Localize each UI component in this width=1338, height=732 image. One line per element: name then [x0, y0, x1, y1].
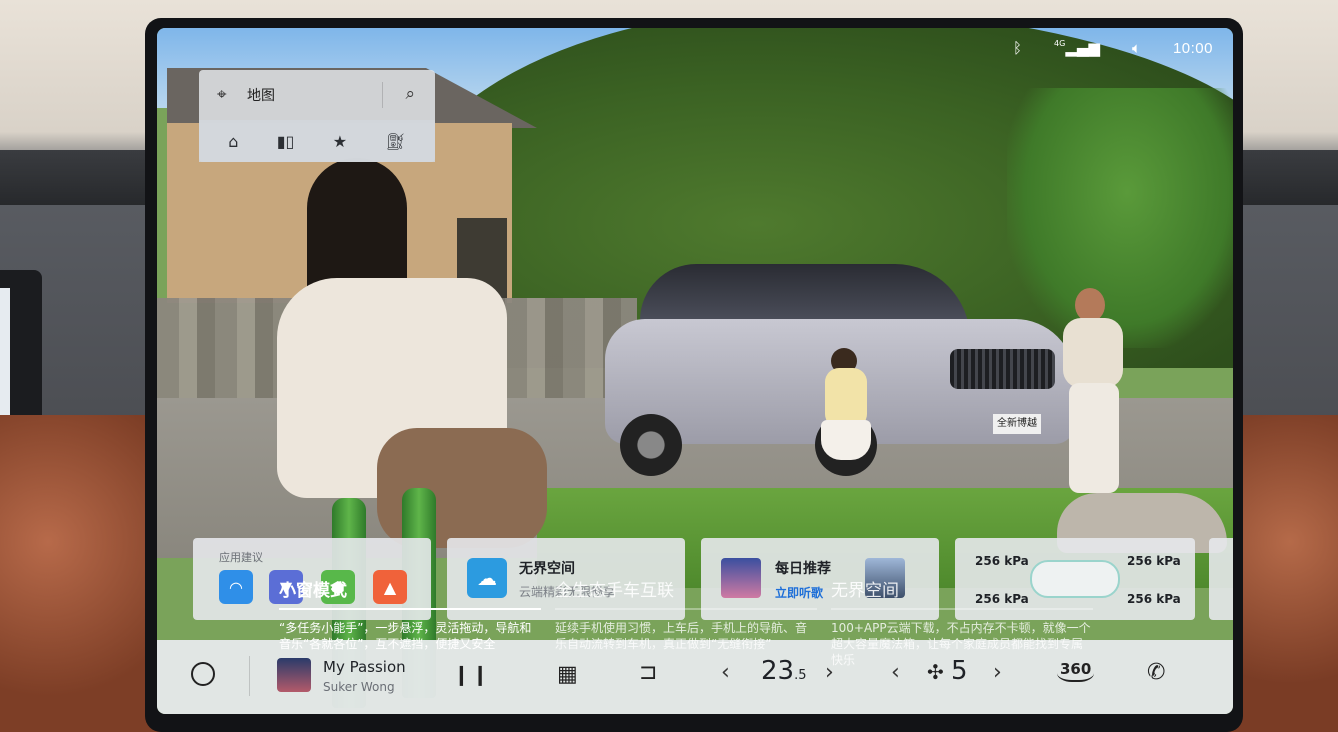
volume-icon[interactable]: 🔈︎ [1132, 39, 1141, 57]
status-bar: ᛒ 4G▂▄▆ 🔈︎ 10:00 [1013, 38, 1213, 58]
caption-title: 小窗模式 [279, 581, 347, 601]
favorites-icon[interactable]: ★ [333, 132, 347, 151]
shopping-bag-icon[interactable]: ◠ [219, 570, 253, 604]
caption-title: 无界空间 [831, 581, 899, 601]
daily-music-title: 每日推荐 [775, 561, 831, 577]
home-button[interactable] [191, 662, 215, 686]
caption-desc: 延续手机使用习惯，上车后，手机上的导航、音乐自动流转到车机，真正做到“无缝衔接” [555, 621, 808, 651]
caption-window-mode[interactable]: 小窗模式 “多任务小能手”，一步悬浮，灵活拖动，导航和音乐“各就各位”，互不遮挡… [279, 580, 541, 652]
car-plate: 全新博越 [993, 414, 1041, 434]
caption-desc: 100+APP云端下载，不占内存不卡顿，就像一个超大容量魔法箱，让每个家庭成员都… [831, 621, 1091, 667]
bluetooth-icon[interactable]: ᛒ [1013, 39, 1022, 57]
caption-phone-car-link[interactable]: 全生态手车互联 延续手机使用习惯，上车后，手机上的导航、音乐自动流转到车机，真正… [555, 580, 817, 652]
leather-panel-left [0, 415, 160, 732]
company-icon[interactable]: ▮▯ [277, 132, 295, 151]
signal-icon: 4G▂▄▆ [1054, 39, 1100, 57]
caption-cloud-space[interactable]: 无界空间 100+APP云端下载，不占内存不卡顿，就像一个超大容量魔法箱，让每个… [831, 580, 1093, 668]
tire-rear-right: 256 kPa [1127, 592, 1181, 606]
map-widget[interactable]: ⌖ 地图 ⌕ ⌂ ▮▯ ★ ⛽︎ [199, 70, 435, 162]
home-icon[interactable]: ⌂ [228, 132, 238, 151]
gas-station-icon[interactable]: ⛽︎ [385, 132, 405, 151]
map-pin-icon: ⌖ [217, 85, 227, 105]
app-suggest-label: 应用建议 [219, 551, 263, 564]
map-title[interactable]: 地图 [247, 85, 275, 105]
wallpaper-man [1035, 288, 1135, 498]
caption-title: 全生态手车互联 [555, 581, 674, 601]
cloud-space-title: 无界空间 [519, 561, 575, 577]
caption-desc: “多任务小能手”，一步悬浮，灵活拖动，导航和音乐“各就各位”，互不遮挡，便捷又安… [279, 621, 532, 651]
map-quick-actions: ⌂ ▮▯ ★ ⛽︎ [199, 120, 435, 162]
search-icon[interactable]: ⌕ [405, 84, 415, 104]
infotainment-screen: 全新博越 ᛒ 4G▂▄▆ 🔈︎ 10:00 ⌖ 地图 ⌕ ⌂ ▮▯ ★ ⛽︎ 应… [157, 28, 1233, 714]
phone-icon[interactable]: ✆ [1147, 660, 1165, 685]
tire-front-right: 256 kPa [1127, 554, 1181, 568]
tire-front-left: 256 kPa [975, 554, 1029, 568]
next-card-peek[interactable] [1209, 538, 1233, 620]
clock: 10:00 [1172, 39, 1213, 57]
wallpaper-girl [817, 348, 877, 478]
feature-captions: 小窗模式 “多任务小能手”，一步悬浮，灵活拖动，导航和音乐“各就各位”，互不遮挡… [279, 580, 1119, 690]
